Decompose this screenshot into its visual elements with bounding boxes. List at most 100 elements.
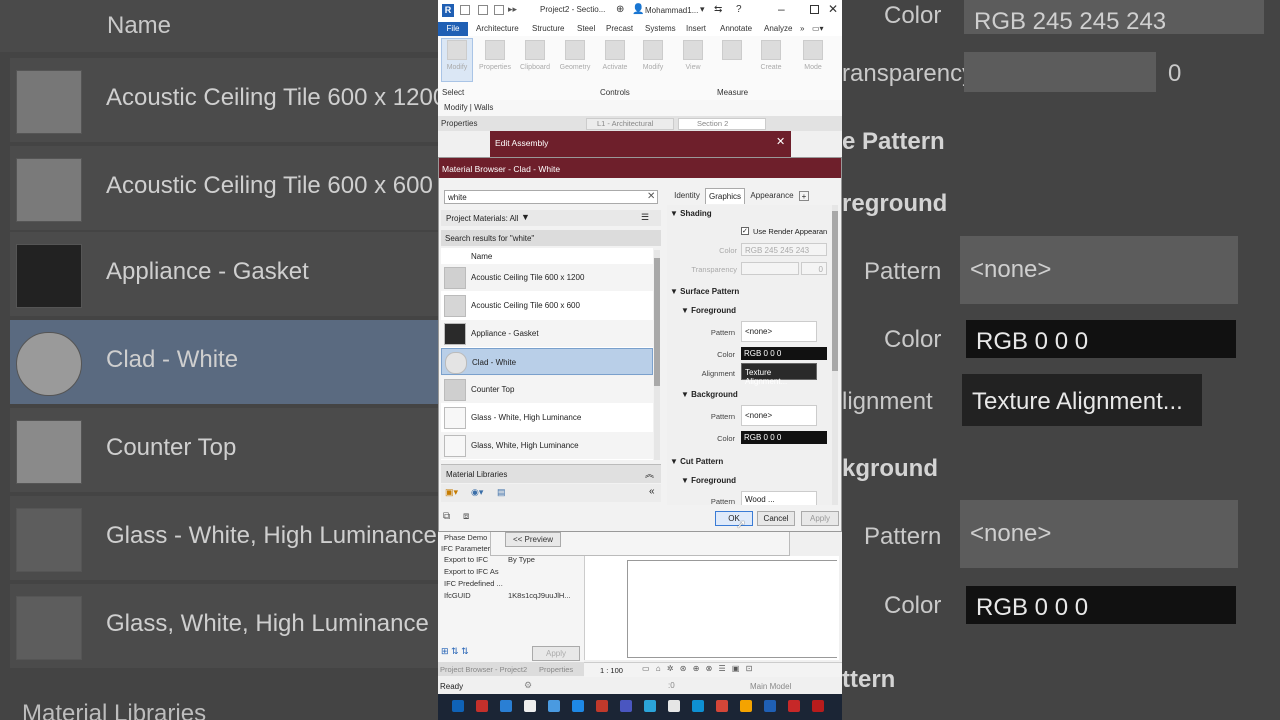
app-icon[interactable] <box>668 700 680 712</box>
activate-button[interactable]: Activate <box>596 38 634 78</box>
sort-icons[interactable]: ⊞ ⇅ ⇅ <box>441 646 469 657</box>
list-view-icon[interactable]: ☰ <box>641 212 649 223</box>
name-column-header[interactable]: Name <box>471 252 492 261</box>
list-item[interactable]: Glass - White, High Luminance <box>441 404 653 432</box>
view-control-icons[interactable]: ▭ ⌂ ✲ ⊛ ⊕ ⊗ ☰ ▣ ⊡ <box>642 664 754 673</box>
pdf-icon[interactable] <box>788 700 800 712</box>
view-tab-l1[interactable]: L1 - Architectural <box>586 118 674 130</box>
ribbon-toggle-icon[interactable]: ▭▾ <box>812 24 824 33</box>
sync-icon[interactable] <box>494 5 504 15</box>
section-view-canvas[interactable] <box>584 556 839 660</box>
list-item[interactable]: Acoustic Ceiling Tile 600 x 600 <box>441 292 653 320</box>
user-name[interactable]: Mohammad1... <box>645 6 698 15</box>
use-render-checkbox[interactable]: ✓ <box>741 227 749 235</box>
preview-button[interactable]: << Preview <box>505 532 561 547</box>
library-folder-icon[interactable]: ▣▾ <box>445 487 458 498</box>
cloud-icon[interactable]: ⇆ <box>714 4 722 15</box>
minimize-icon[interactable]: – <box>778 2 785 16</box>
tab-annotate[interactable]: Annotate <box>720 24 752 33</box>
collapse-left-icon[interactable]: « <box>649 486 655 497</box>
app-icon[interactable] <box>500 700 512 712</box>
cancel-button[interactable]: Cancel <box>757 511 795 526</box>
library-globe-icon[interactable]: ◉▾ <box>471 487 483 498</box>
scrollbar-thumb[interactable] <box>654 258 660 386</box>
bg-color-field[interactable]: RGB 0 0 0 <box>741 431 827 444</box>
panel-measure[interactable]: Measure <box>717 88 748 97</box>
tab-analyze[interactable]: Analyze <box>764 24 792 33</box>
view-button[interactable]: View <box>674 38 712 78</box>
fg-pattern-field[interactable]: <none> <box>741 321 817 342</box>
open-icon[interactable] <box>460 5 470 15</box>
active-model[interactable]: Main Model <box>750 682 791 691</box>
view-scale[interactable]: 1 : 100 <box>600 666 623 675</box>
modify-button[interactable]: Modify <box>438 38 476 78</box>
asset-browser-icon[interactable]: ⧈ <box>463 511 469 522</box>
app-icon[interactable] <box>644 700 656 712</box>
close-icon[interactable]: ✕ <box>828 2 838 16</box>
filter-select-icon[interactable]: ⚙ <box>524 680 532 691</box>
app-icon[interactable] <box>812 700 824 712</box>
app-icon[interactable] <box>596 700 608 712</box>
tab-appearance[interactable]: Appearance <box>747 188 797 204</box>
transparency-field[interactable]: 0 <box>801 262 827 275</box>
color-field[interactable]: RGB 245 245 243 <box>741 243 827 256</box>
list-scrollbar[interactable] <box>654 250 660 460</box>
close-icon[interactable]: ✕ <box>776 135 785 148</box>
cut-foreground-section[interactable]: ▼ Foreground <box>681 476 736 485</box>
panel-select[interactable]: Select <box>442 88 464 97</box>
shading-section[interactable]: ▼ Shading <box>670 209 712 218</box>
background-section[interactable]: ▼ Background <box>681 390 738 399</box>
tab-project-browser[interactable]: Project Browser - Project2 <box>440 665 527 674</box>
revit-logo-icon[interactable]: R <box>442 4 454 17</box>
bg-pattern-field[interactable]: <none> <box>741 405 817 426</box>
transparency-slider[interactable] <box>741 262 799 275</box>
tab-systems[interactable]: Systems <box>645 24 676 33</box>
open-browser-icon[interactable]: ⧉ <box>443 511 450 522</box>
scrollbar-thumb[interactable] <box>832 211 838 371</box>
app-icon[interactable] <box>524 700 536 712</box>
tab-properties[interactable]: Properties <box>539 665 573 674</box>
list-item[interactable]: Counter Top <box>441 376 653 404</box>
more-tabs-icon[interactable]: » <box>800 24 804 33</box>
add-asset-icon[interactable]: + <box>799 191 809 201</box>
view-tab-section2[interactable]: Section 2 <box>678 118 766 130</box>
tab-identity[interactable]: Identity <box>667 188 707 204</box>
mode-button[interactable]: Mode <box>794 38 832 78</box>
geometry-button[interactable]: Geometry <box>556 38 594 78</box>
modify2-button[interactable]: Modify <box>634 38 672 78</box>
maximize-icon[interactable] <box>810 5 819 14</box>
tab-insert[interactable]: Insert <box>686 24 706 33</box>
prop-export-ifc-value[interactable]: By Type <box>508 555 535 564</box>
tab-precast[interactable]: Precast <box>606 24 633 33</box>
tab-structure[interactable]: Structure <box>532 24 564 33</box>
cut-pattern-section[interactable]: ▼ Cut Pattern <box>670 457 723 466</box>
app-icon[interactable] <box>548 700 560 712</box>
user-icon[interactable]: 👤 <box>632 4 644 15</box>
surface-pattern-section[interactable]: ▼ Surface Pattern <box>670 287 739 296</box>
properties-apply-button[interactable]: Apply <box>532 646 580 661</box>
save-icon[interactable] <box>478 5 488 15</box>
fg-color-field[interactable]: RGB 0 0 0 <box>741 347 827 360</box>
prop-ifcguid-value[interactable]: 1K8s1cqJ9uuJlH... <box>508 591 571 600</box>
graphics-scrollbar[interactable] <box>832 205 838 505</box>
ok-button[interactable]: OK <box>715 511 753 526</box>
foreground-section[interactable]: ▼ Foreground <box>681 306 736 315</box>
tab-graphics[interactable]: Graphics <box>705 188 745 204</box>
collapse-up-icon[interactable]: ︽ <box>645 467 654 480</box>
list-item[interactable]: Glass, White, High Luminance <box>441 432 653 460</box>
revit-icon[interactable] <box>764 700 776 712</box>
tab-file[interactable]: File <box>438 22 468 36</box>
measure-button[interactable] <box>714 38 750 78</box>
cut-pattern-field[interactable]: Wood ... <box>741 491 817 505</box>
steam-icon[interactable] <box>572 700 584 712</box>
tab-architecture[interactable]: Architecture <box>476 24 519 33</box>
app-icon[interactable] <box>620 700 632 712</box>
autocad-icon[interactable] <box>476 700 488 712</box>
filter-icon[interactable]: ▼ <box>521 212 530 222</box>
search-input[interactable]: white ✕ <box>444 190 658 204</box>
list-item[interactable]: Appliance - Gasket <box>441 320 653 348</box>
create-button[interactable]: Create <box>752 38 790 78</box>
properties-button[interactable]: Properties <box>476 38 514 78</box>
list-item-selected[interactable]: Clad - White <box>441 348 653 375</box>
clear-search-icon[interactable]: ✕ <box>647 191 655 202</box>
